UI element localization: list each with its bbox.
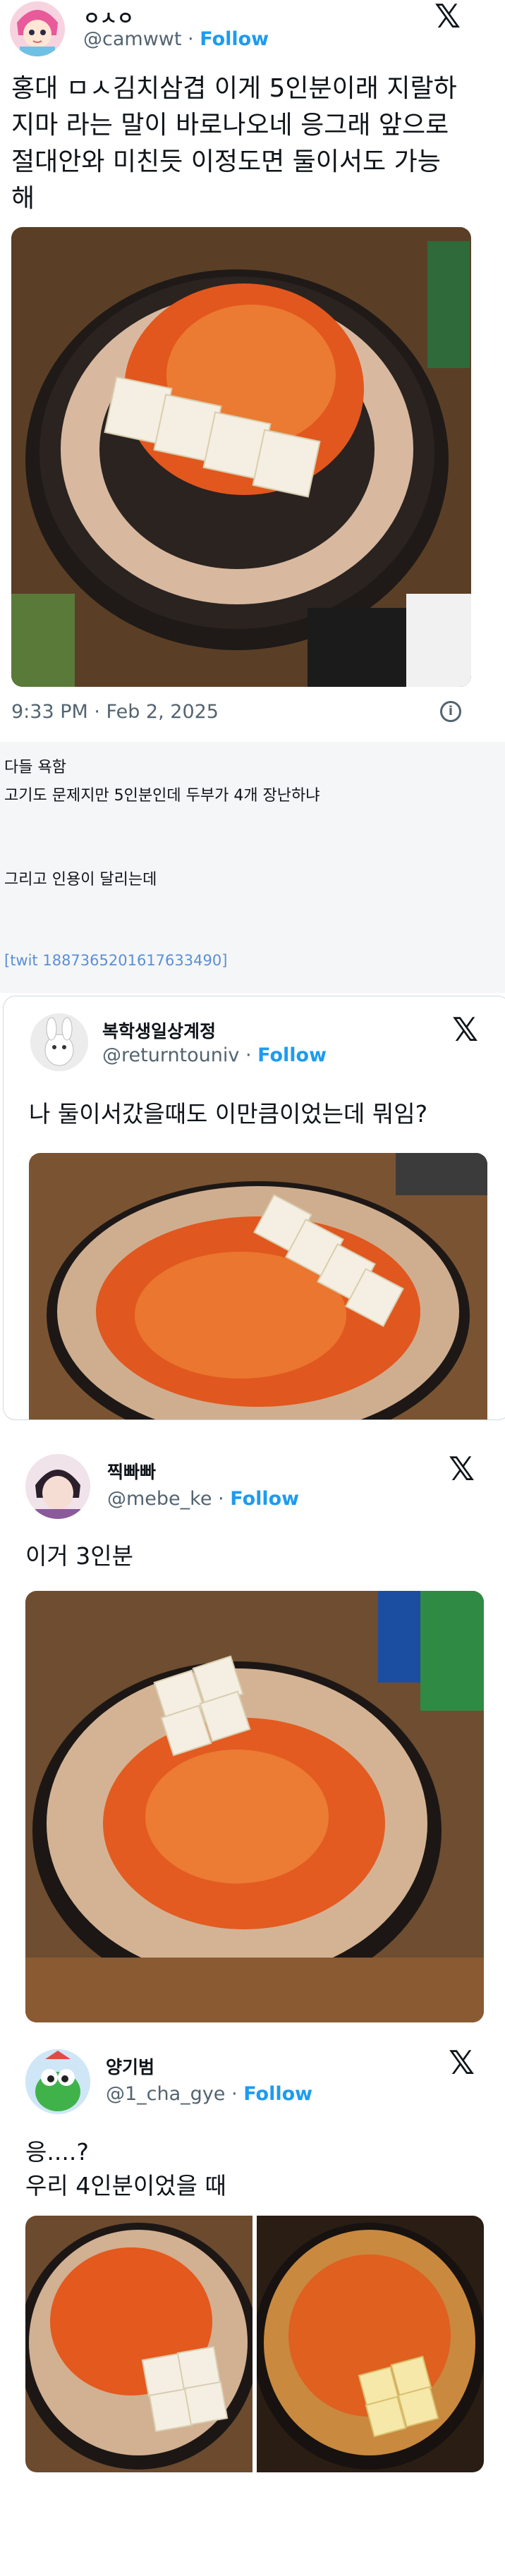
user-handle[interactable]: @mebe_ke	[107, 1488, 212, 1510]
tweet-timestamp[interactable]: 9:33 PM · Feb 2, 2025	[11, 701, 219, 723]
avatar-image	[25, 2049, 90, 2114]
tweet-2-card[interactable]: 복학생일상계정 @returntouniv · Follow 𝕏 나 둘이서갔을…	[3, 996, 505, 1420]
x-logo-icon[interactable]: 𝕏	[434, 0, 461, 32]
tweet-text-line: 절대안와 미친듯 이정도면 둘이서도 가능	[11, 147, 441, 176]
follow-button[interactable]: Follow	[230, 1488, 299, 1510]
food-photo-image	[11, 227, 471, 687]
tweet-photo[interactable]	[29, 1153, 487, 1420]
post-line: 그리고 인용이 달리는데	[4, 871, 157, 889]
separator-dot: ·	[188, 28, 200, 50]
avatar-image	[25, 1454, 90, 1519]
tweet-photo[interactable]	[11, 227, 471, 687]
tweet-photo-right[interactable]	[257, 2216, 484, 2472]
food-photo-image	[257, 2216, 484, 2472]
tweet-text: 이거 3인분	[25, 1542, 133, 1570]
display-name[interactable]: 찍빠빠	[107, 1458, 156, 1484]
post-line: 고기도 문제지만 5인분인데 두부가 4개 장난하냐	[4, 787, 320, 805]
info-icon[interactable]: i	[440, 701, 461, 722]
avatar-image	[10, 1, 65, 56]
follow-button[interactable]: Follow	[243, 2083, 312, 2105]
x-logo-icon[interactable]: 𝕏	[452, 1013, 478, 1046]
tweet-photo-left[interactable]	[25, 2216, 253, 2472]
avatar[interactable]	[25, 1454, 90, 1519]
tweet-text: 응....? 우리 4인분이었을 때	[25, 2135, 226, 2203]
separator-dot: ·	[231, 2083, 244, 2105]
avatar[interactable]	[25, 2049, 90, 2114]
post-body: 다들 욕함 고기도 문제지만 5인분인데 두부가 4개 장난하냐 그리고 인용이…	[0, 742, 505, 993]
avatar[interactable]	[30, 1013, 88, 1071]
avatar-image	[30, 1013, 88, 1071]
food-photo-image	[25, 1591, 484, 2022]
avatar[interactable]	[10, 1, 65, 56]
tweet-text-line: 해	[11, 184, 35, 213]
tweet-text-line: 지마 라는 말이 바로나오네 응그래 앞으로	[11, 111, 449, 140]
food-photo-image	[25, 2216, 253, 2472]
tweet-photo[interactable]	[25, 1591, 484, 2022]
follow-button[interactable]: Follow	[257, 1044, 327, 1066]
separator-dot: ·	[245, 1044, 258, 1066]
tweet-text: 나 둘이서갔을때도 이만큼이었는데 뭐임?	[29, 1100, 428, 1128]
tweet-text-line: 홍대 ㅁㅅ김치삼겹 이게 5인분이래 지랄하	[11, 74, 457, 103]
x-logo-icon[interactable]: 𝕏	[449, 2046, 475, 2079]
user-handle[interactable]: @1_cha_gye	[106, 2083, 225, 2105]
follow-button[interactable]: Follow	[200, 28, 269, 50]
post-line: 다들 욕함	[4, 759, 66, 776]
tweet-text-line: 우리 4인분이었을 때	[25, 2172, 226, 2199]
tweet-text-line: 응....?	[25, 2138, 89, 2166]
user-handle[interactable]: @camwwt	[83, 28, 181, 50]
separator-dot: ·	[218, 1488, 231, 1510]
display-name[interactable]: 양기범	[106, 2053, 154, 2079]
tweet-text: 홍대 ㅁㅅ김치삼겹 이게 5인분이래 지랄하 지마 라는 말이 바로나오네 응그…	[11, 71, 498, 217]
display-name[interactable]: ㅇㅅㅇ	[83, 4, 134, 30]
twit-reference-link[interactable]: [twit 1887365201617633490]	[4, 952, 227, 969]
display-name[interactable]: 복학생일상계정	[102, 1018, 216, 1043]
x-logo-icon[interactable]: 𝕏	[449, 1453, 475, 1485]
user-handle[interactable]: @returntouniv	[102, 1044, 239, 1066]
food-photo-image	[29, 1153, 487, 1420]
